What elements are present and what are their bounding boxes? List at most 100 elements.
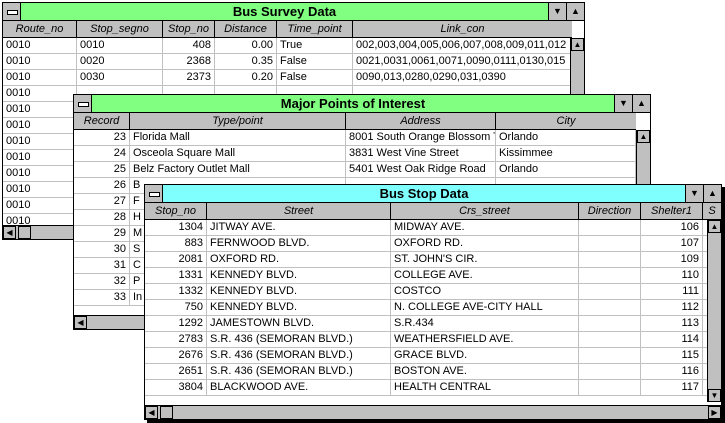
column-header-stop-no[interactable]: Stop_no [163,21,215,37]
table-cell-route-no[interactable]: 0010 [3,182,77,197]
scroll-left-icon[interactable]: ◀ [145,406,158,419]
table-cell-crs-street[interactable]: S.R.434 [391,316,579,331]
table-cell-street[interactable]: OXFORD RD. [207,252,391,267]
table-row[interactable]: 24 Osceola Square Mall 3831 West Vine Stre… [74,146,636,162]
maximize-arrow-icon[interactable]: ▲ [632,95,650,112]
bus-survey-titlebar[interactable]: Bus Survey Data ▼ ▲ [3,3,584,21]
bus-stop-vscroll[interactable]: ▲ ▼ [707,220,721,402]
table-cell-distance[interactable]: 0.00 [215,38,277,53]
table-row[interactable]: 2651 S.R. 436 (SEMORAN BLVD.) BOSTON AVE. 1… [145,364,707,380]
table-row[interactable]: 883 FERNWOOD BLVD. OXFORD RD. 107 [145,236,707,252]
table-cell-record[interactable]: 26 [74,178,130,193]
table-cell-crs-street[interactable]: GRACE BLVD. [391,348,579,363]
table-cell-route-no[interactable]: 0010 [3,214,77,224]
poi-hscroll[interactable]: ◀ [74,315,146,329]
scroll-thumb[interactable] [18,226,31,239]
table-cell-route-no[interactable]: 0010 [3,86,77,101]
table-cell-record[interactable]: 27 [74,194,130,209]
table-cell-shelter1[interactable]: 113 [641,316,703,331]
table-cell-crs-street[interactable]: BOSTON AVE. [391,364,579,379]
table-row[interactable]: 1332 KENNEDY BLVD. COSTCO 111 [145,284,707,300]
column-header-type-point[interactable]: Type/point [130,113,346,129]
table-row[interactable]: 2783 S.R. 436 (SEMORAN BLVD.) WEATHERSFIEL… [145,332,707,348]
table-cell-route-no[interactable]: 0010 [3,166,77,181]
table-cell-stop-no[interactable]: 750 [145,300,207,315]
column-header-stop-no[interactable]: Stop_no [145,203,207,219]
table-cell-type-point[interactable]: Florida Mall [130,130,346,145]
scroll-up-icon[interactable]: ▲ [637,130,650,143]
table-cell-route-no[interactable]: 0010 [3,70,77,85]
table-cell-link-con[interactable]: 002,003,004,005,006,007,008,009,011,012 [353,38,572,53]
table-cell-shelter1[interactable]: 107 [641,236,703,251]
scroll-thumb[interactable] [160,406,173,419]
scroll-down-icon[interactable]: ▼ [708,389,721,402]
table-cell-stop-no[interactable]: 2373 [163,70,215,85]
table-cell-crs-street[interactable]: COSTCO [391,284,579,299]
table-cell-stop-segno[interactable]: 0020 [77,54,163,69]
table-cell-record[interactable]: 29 [74,226,130,241]
bus-stop-titlebar[interactable]: Bus Stop Data ▼ ▲ [145,185,721,203]
table-row[interactable]: 0010 0020 2368 0.35 False 0021,0031,0061,0071… [3,54,572,70]
table-row[interactable]: 0010 0010 408 0.00 True 002,003,004,005,006,0… [3,38,572,54]
column-header-direction[interactable]: Direction [579,203,641,219]
table-row[interactable]: 3804 BLACKWOOD AVE. HEALTH CENTRAL 117 [145,380,707,396]
table-cell-street[interactable]: KENNEDY BLVD. [207,300,391,315]
table-cell-address[interactable]: 5401 West Oak Ridge Road [346,162,496,177]
table-cell-time-point[interactable]: False [277,70,353,85]
system-menu-icon[interactable] [74,95,92,112]
table-row[interactable]: 750 KENNEDY BLVD. N. COLLEGE AVE-CITY HALL… [145,300,707,316]
column-header-route-no[interactable]: Route_no [3,21,77,37]
table-cell-record[interactable]: 24 [74,146,130,161]
table-cell-stop-no[interactable]: 1332 [145,284,207,299]
table-cell-route-no[interactable]: 0010 [3,38,77,53]
table-cell-shelter1[interactable]: 106 [641,220,703,235]
scroll-left-icon[interactable]: ◀ [3,226,16,239]
table-cell-route-no[interactable]: 0010 [3,54,77,69]
table-row[interactable]: 0010 0030 2373 0.20 False 0090,013,0280,0290,… [3,70,572,86]
table-cell-time-point[interactable]: True [277,38,353,53]
table-cell-street[interactable]: FERNWOOD BLVD. [207,236,391,251]
system-menu-icon[interactable] [3,3,21,20]
dropdown-arrow-icon[interactable]: ▼ [685,185,703,202]
table-cell-shelter1[interactable]: 116 [641,364,703,379]
table-cell-street[interactable]: KENNEDY BLVD. [207,284,391,299]
table-cell-city[interactable]: Orlando [496,130,636,145]
maximize-arrow-icon[interactable]: ▲ [703,185,721,202]
table-cell-stop-no[interactable]: 2368 [163,54,215,69]
table-cell-crs-street[interactable]: WEATHERSFIELD AVE. [391,332,579,347]
table-cell-stop-no[interactable]: 1304 [145,220,207,235]
column-header-link-con[interactable]: Link_con [353,21,572,37]
dropdown-arrow-icon[interactable]: ▼ [614,95,632,112]
table-cell-route-no[interactable]: 0010 [3,102,77,117]
table-cell-street[interactable]: S.R. 436 (SEMORAN BLVD.) [207,348,391,363]
table-cell-stop-no[interactable]: 2783 [145,332,207,347]
table-cell-stop-no[interactable]: 1331 [145,268,207,283]
table-cell-crs-street[interactable]: HEALTH CENTRAL [391,380,579,395]
table-cell-crs-street[interactable]: ST. JOHN'S CIR. [391,252,579,267]
table-cell-stop-segno[interactable]: 0030 [77,70,163,85]
table-cell-street[interactable]: JAMESTOWN BLVD. [207,316,391,331]
table-cell-route-no[interactable]: 0010 [3,134,77,149]
table-cell-shelter1[interactable]: 110 [641,268,703,283]
table-cell-record[interactable]: 25 [74,162,130,177]
table-cell-city[interactable]: Kissimmee [496,146,636,161]
table-cell-shelter1[interactable]: 114 [641,332,703,347]
table-cell-record[interactable]: 28 [74,210,130,225]
table-row[interactable]: 1292 JAMESTOWN BLVD. S.R.434 113 [145,316,707,332]
table-cell-stop-no[interactable]: 2676 [145,348,207,363]
table-cell-crs-street[interactable]: COLLEGE AVE. [391,268,579,283]
table-cell-record[interactable]: 32 [74,274,130,289]
column-header-street[interactable]: Street [207,203,391,219]
bus-stop-hscroll[interactable]: ◀ ▶ [145,405,721,419]
table-cell-stop-segno[interactable]: 0010 [77,38,163,53]
scroll-up-icon[interactable]: ▲ [708,220,721,233]
table-cell-record[interactable]: 30 [74,242,130,257]
table-cell-link-con[interactable]: 0021,0031,0061,0071,0090,0111,0130,015 [353,54,572,69]
table-cell-stop-no[interactable]: 883 [145,236,207,251]
table-cell-route-no[interactable]: 0010 [3,118,77,133]
table-cell-direction[interactable] [579,220,641,235]
table-cell-direction[interactable] [579,380,641,395]
table-cell-street[interactable]: S.R. 436 (SEMORAN BLVD.) [207,332,391,347]
poi-titlebar[interactable]: Major Points of Interest ▼ ▲ [74,95,650,113]
table-cell-crs-street[interactable]: N. COLLEGE AVE-CITY HALL [391,300,579,315]
